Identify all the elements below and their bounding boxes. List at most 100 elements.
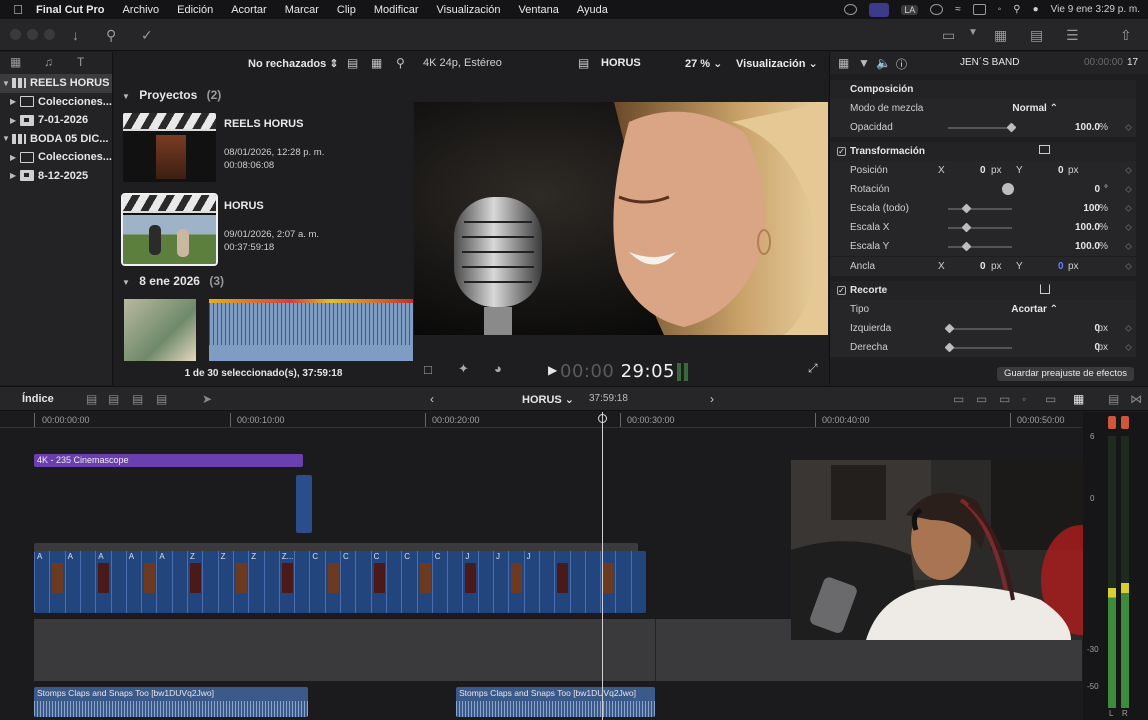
keyword-icon[interactable]: ⚲ (106, 27, 116, 44)
disclosure-open-icon[interactable]: ▼ (2, 79, 12, 88)
menu-ayuda[interactable]: Ayuda (577, 4, 608, 16)
transform-onscreen-icon[interactable] (1039, 145, 1050, 154)
param-scale-x[interactable]: Escala X 100.0 % (830, 218, 1136, 237)
retime-icon[interactable]: ◕ (494, 361, 502, 376)
disclosure-closed-icon[interactable]: ▶ (10, 153, 20, 162)
storyline-clip[interactable]: Z (248, 551, 263, 613)
event-section-header[interactable]: ▼ 8 ene 2026 (3) (122, 274, 224, 288)
viewer-timecode[interactable]: 00:00 29:05 (560, 361, 675, 382)
scale-y-slider[interactable] (948, 241, 1012, 252)
forward-icon[interactable]: › (710, 392, 714, 406)
menu-visualizacion[interactable]: Visualización (437, 4, 501, 16)
search-icon[interactable]: ⚲ (1013, 4, 1020, 15)
position-y-value[interactable]: 0 (1058, 165, 1064, 176)
workspace-icon[interactable]: ▭ (942, 27, 955, 44)
storyline-clip[interactable]: Z (187, 551, 202, 613)
section-recorte[interactable]: ✓ Recorte (830, 281, 1136, 300)
import-icon[interactable]: ↓ (72, 27, 79, 43)
disclosure-closed-icon[interactable]: ▶ (10, 171, 20, 180)
storyline-clip[interactable] (447, 551, 462, 613)
menu-ventana[interactable]: Ventana (519, 4, 559, 16)
param-crop-right[interactable]: Derecha 0 px (830, 338, 1136, 357)
timeline-ruler[interactable]: 00:00:00:00 00:00:10:00 00:00:20:00 00:0… (0, 412, 1082, 428)
video-inspector-tab-icon[interactable]: ▦ (838, 56, 849, 70)
share-icon[interactable]: ⇧ (1120, 27, 1132, 44)
select-tool-icon[interactable]: ➤ (202, 392, 212, 406)
fullscreen-icon[interactable]: ⤢ (808, 361, 818, 376)
clip-filter-select[interactable]: No rechazados ⇕ (248, 57, 339, 70)
crop-onscreen-icon[interactable] (1040, 284, 1050, 294)
skimming-icon[interactable]: ▭ (999, 392, 1010, 406)
minimize-window-button[interactable] (27, 29, 38, 40)
storyline-clip[interactable] (141, 551, 156, 613)
storyline-clip[interactable] (355, 551, 370, 613)
title-clip[interactable] (296, 475, 312, 533)
connect-clip-icon[interactable]: ▤ (86, 392, 97, 406)
storyline-clip[interactable] (538, 551, 554, 613)
param-opacity[interactable]: Opacidad 100.0 % (830, 118, 1136, 137)
apple-menu-icon[interactable]:  (0, 2, 36, 17)
storyline-clip[interactable]: J (523, 551, 539, 613)
transform-enable-checkbox[interactable]: ✓ (837, 147, 846, 156)
position-x-value[interactable]: 0 (980, 165, 986, 176)
disclosure-open-icon[interactable]: ▼ (2, 134, 12, 143)
storyline-clip[interactable]: J (493, 551, 508, 613)
zoom-window-button[interactable] (44, 29, 55, 40)
storyline-clip[interactable]: C (401, 551, 416, 613)
storyline-clip[interactable] (615, 551, 630, 613)
transitions-browser-icon[interactable]: ⋈ (1130, 392, 1142, 406)
audio-only-icon[interactable]: ▭ (976, 392, 987, 406)
timeline-index-button[interactable]: Índice (22, 393, 54, 405)
effects-browser-icon[interactable]: ▤ (1108, 392, 1119, 406)
opacity-slider[interactable] (948, 122, 1017, 133)
menu-modificar[interactable]: Modificar (374, 4, 419, 16)
sidebar-item-reels-horus[interactable]: ▼ REELS HORUS (0, 74, 112, 93)
storyline-clip[interactable]: A (125, 551, 141, 613)
snapping-icon[interactable]: ▭ (1045, 392, 1056, 406)
wifi-icon[interactable]: ≈ (955, 4, 961, 15)
project-thumbnail-horus[interactable] (121, 193, 218, 266)
clip-appearance-icon[interactable]: ▤ (347, 56, 358, 70)
control-center-icon[interactable]: ● (1033, 4, 1039, 15)
storyline-clip[interactable] (630, 551, 646, 613)
insert-clip-icon[interactable]: ▤ (108, 392, 119, 406)
browser-toggle-icon[interactable]: ▦ (994, 27, 1007, 44)
storyline-clip[interactable] (385, 551, 401, 613)
input-source-indicator[interactable]: LA (901, 4, 919, 15)
play-button[interactable]: ▶ (548, 363, 557, 377)
scale-x-slider[interactable] (948, 222, 1012, 233)
keyframe-icon[interactable] (1124, 242, 1133, 251)
audio-clip[interactable]: Stomps Claps and Snaps Too [bw1DUVq2Jwo] (456, 687, 655, 717)
color-inspector-tab-icon[interactable]: ▼ (858, 56, 870, 70)
blend-mode-select[interactable]: Normal ⌃ (1012, 103, 1058, 114)
info-inspector-tab-icon[interactable]: ⓘ (896, 56, 907, 72)
menu-edicion[interactable]: Edición (177, 4, 213, 16)
keyframe-icon[interactable] (1124, 343, 1133, 352)
headphones-icon[interactable]: ◦ (998, 4, 1002, 15)
storyline-clip[interactable] (49, 551, 64, 613)
storyline-clip[interactable]: A (34, 551, 49, 613)
disclosure-open-icon[interactable]: ▼ (122, 92, 130, 101)
storyline-clip[interactable] (263, 551, 279, 613)
timeline-project-select[interactable]: HORUS ⌄ (522, 393, 574, 406)
storyline-clip[interactable] (324, 551, 340, 613)
param-scale-y[interactable]: Escala Y 100.0 % (830, 237, 1136, 256)
param-blend-mode[interactable]: Modo de mezcla Normal ⌃ (830, 99, 1136, 118)
workspace-dropdown-icon[interactable]: ▼ (968, 27, 978, 38)
close-window-button[interactable] (10, 29, 21, 40)
param-rotation[interactable]: Rotación 0 ° (830, 180, 1136, 199)
storyline-bar[interactable] (34, 543, 638, 551)
storyline-clip[interactable] (232, 551, 248, 613)
storyline-clip[interactable]: A (64, 551, 80, 613)
storyline-clip[interactable] (508, 551, 523, 613)
storyline-clip[interactable] (202, 551, 217, 613)
crop-left-slider[interactable] (944, 323, 1012, 334)
playhead-handle[interactable] (598, 414, 607, 423)
keyframe-icon[interactable] (1124, 204, 1133, 213)
keyframe-icon[interactable] (1124, 123, 1133, 132)
storyline-clip[interactable]: Z (217, 551, 233, 613)
crop-right-slider[interactable] (944, 342, 1012, 353)
menu-archivo[interactable]: Archivo (122, 4, 159, 16)
storyline-clip[interactable]: Z... (278, 551, 294, 613)
menu-clip[interactable]: Clip (337, 4, 356, 16)
